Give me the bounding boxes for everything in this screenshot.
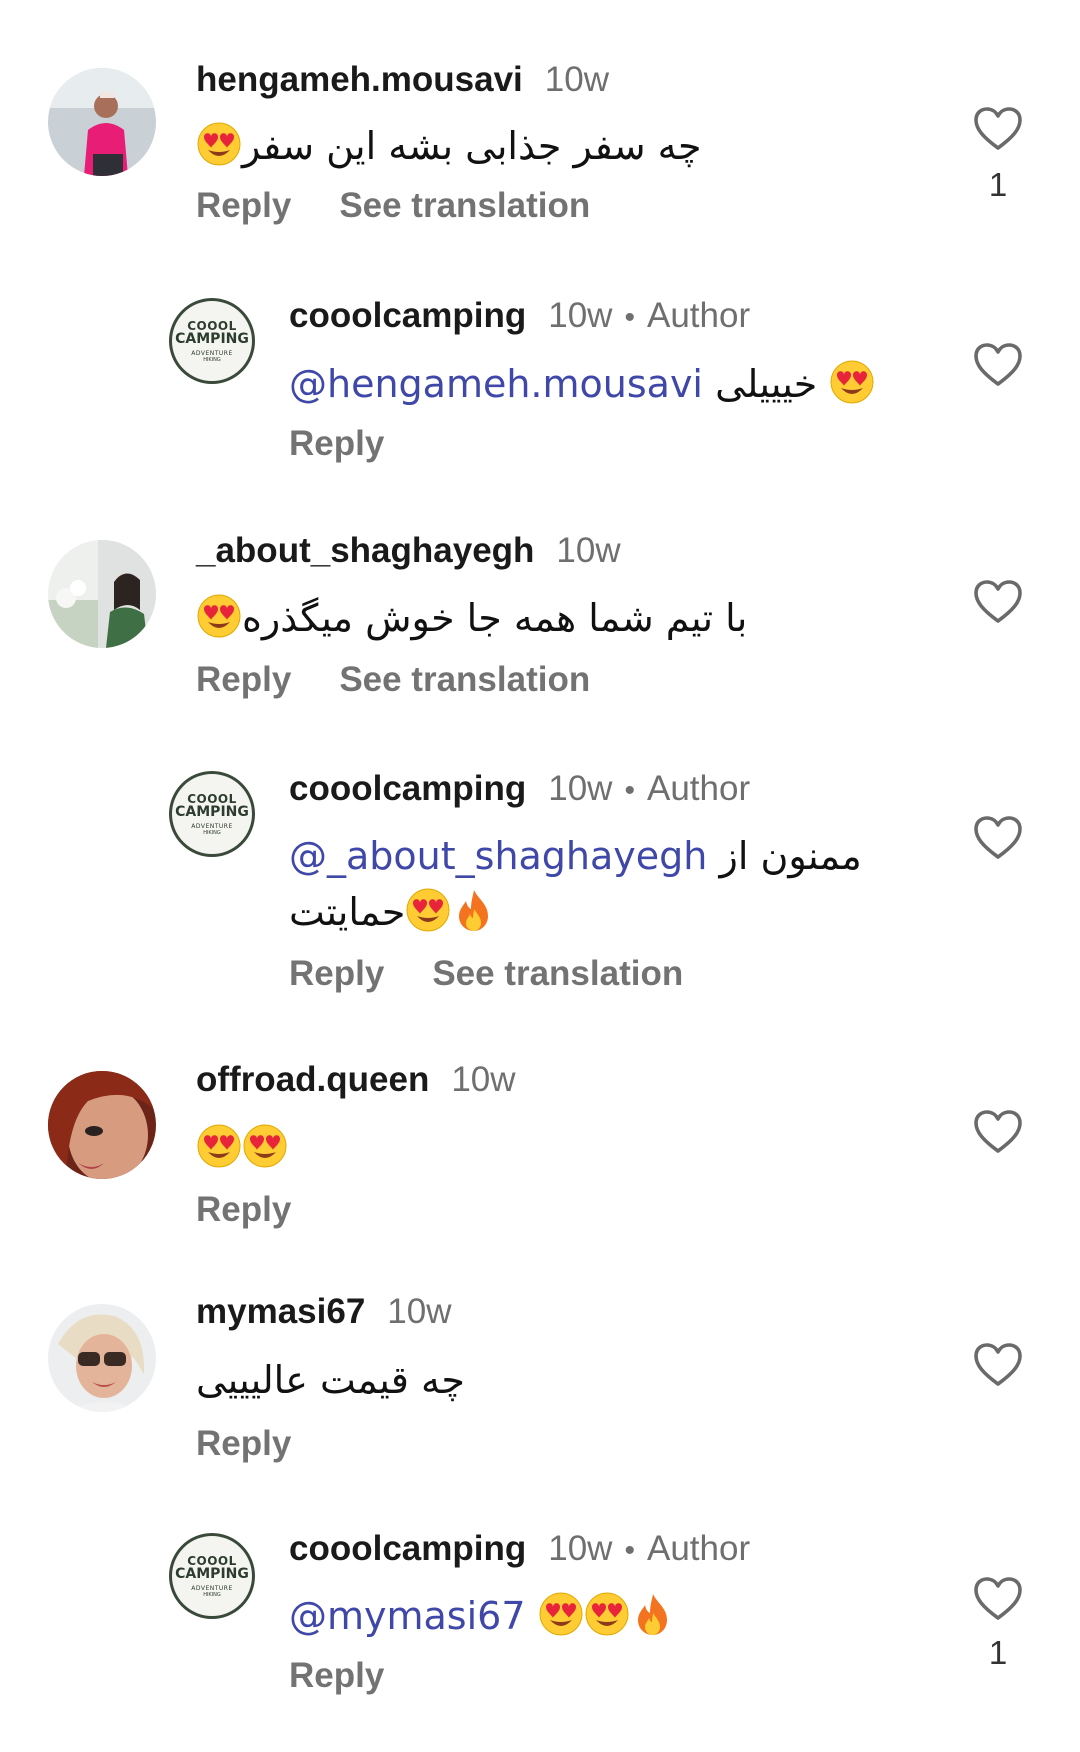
reply-button[interactable]: Reply [289, 1656, 384, 1696]
username[interactable]: _about_shaghayegh [196, 531, 534, 571]
comment-text: @_about_shaghayegh ممنون از [289, 828, 862, 884]
timestamp: 10w [556, 531, 621, 570]
username[interactable]: hengameh.mousavi [196, 60, 523, 100]
separator-dot: • [624, 774, 635, 807]
heart-icon[interactable] [973, 1576, 1023, 1622]
reply-button[interactable]: Reply [289, 424, 384, 464]
username[interactable]: cooolcamping [289, 296, 526, 336]
comment-text: @hengameh.mousavi خیییلی [289, 356, 875, 412]
logo-text: HIKING [203, 829, 221, 836]
avatar[interactable]: COOOL CAMPING ADVENTURE HIKING [169, 771, 255, 857]
comment-text-content: ممنون از [719, 834, 862, 878]
avatar[interactable] [48, 68, 156, 176]
comment-text-content: با تیم شما همه جا خوش میگذره [242, 596, 748, 640]
heart-icon[interactable] [973, 815, 1023, 861]
author-badge: Author [646, 296, 751, 335]
reply-button[interactable]: Reply [196, 1190, 291, 1230]
logo-text: COOOL [187, 318, 237, 333]
comment-text-content: چه سفر جذابی بشه این سفر [242, 124, 702, 168]
author-badge: Author [646, 769, 751, 808]
timestamp: 10w [387, 1292, 452, 1331]
timestamp: 10w [451, 1060, 516, 1099]
author-badge: Author [646, 1529, 751, 1568]
reply-button[interactable]: Reply [196, 1424, 291, 1464]
heart-eyes-emoji [242, 1123, 288, 1169]
mention-link[interactable]: @_about_shaghayegh [289, 834, 707, 878]
heart-eyes-emoji [538, 1591, 584, 1637]
mention-link[interactable]: @mymasi67 [289, 1594, 526, 1638]
heart-eyes-emoji [196, 1123, 242, 1169]
see-translation-button[interactable]: See translation [339, 660, 590, 700]
heart-icon[interactable] [973, 1109, 1023, 1155]
timestamp: 10w [544, 60, 609, 99]
timestamp: 10w [548, 296, 613, 335]
avatar[interactable] [48, 540, 156, 648]
fire-emoji [630, 1591, 676, 1637]
comment-text-content: خیییلی [715, 362, 818, 406]
separator-dot: • [624, 301, 635, 334]
timestamp: 10w [548, 1529, 613, 1568]
heart-eyes-emoji [196, 593, 242, 639]
reply-button[interactable]: Reply [196, 186, 291, 226]
heart-icon[interactable] [973, 579, 1023, 625]
comment-text: چه سفر جذابی بشه این سفر [196, 118, 701, 174]
heart-icon[interactable] [973, 342, 1023, 388]
reply-button[interactable]: Reply [196, 660, 291, 700]
see-translation-button[interactable]: See translation [339, 186, 590, 226]
heart-eyes-emoji [829, 359, 875, 405]
like-count: 1 [988, 1634, 1008, 1671]
separator-dot: • [624, 1534, 635, 1567]
logo-text: HIKING [203, 356, 221, 363]
logo-text: CAMPING [175, 330, 249, 347]
logo-text: COOOL [187, 791, 237, 806]
comment-text: با تیم شما همه جا خوش میگذره [196, 590, 747, 646]
see-translation-button[interactable]: See translation [432, 954, 683, 994]
avatar[interactable] [48, 1071, 156, 1179]
comment-text-content: حمایتت [289, 890, 406, 934]
comment-text-line2: حمایتت [289, 884, 497, 940]
logo-text: CAMPING [175, 1565, 249, 1582]
avatar[interactable] [48, 1304, 156, 1412]
like-count: 1 [988, 166, 1008, 203]
logo-text: ADVENTURE [191, 1584, 233, 1592]
reply-button[interactable]: Reply [289, 954, 384, 994]
avatar[interactable]: COOOL CAMPING ADVENTURE HIKING [169, 1533, 255, 1619]
username[interactable]: mymasi67 [196, 1292, 365, 1332]
username[interactable]: cooolcamping [289, 769, 526, 809]
logo-text: ADVENTURE [191, 822, 233, 830]
fire-emoji [451, 887, 497, 933]
mention-link[interactable]: @hengameh.mousavi [289, 362, 703, 406]
logo-text: COOOL [187, 1553, 237, 1568]
username[interactable]: cooolcamping [289, 1529, 526, 1569]
logo-text: ADVENTURE [191, 349, 233, 357]
timestamp: 10w [548, 769, 613, 808]
logo-text: CAMPING [175, 803, 249, 820]
heart-eyes-emoji [196, 121, 242, 167]
username[interactable]: offroad.queen [196, 1060, 429, 1100]
heart-eyes-emoji [584, 1591, 630, 1637]
heart-icon[interactable] [973, 1342, 1023, 1388]
comment-text: چه قیمت عالیییی [196, 1352, 465, 1408]
comment-text-content: چه قیمت عالیییی [196, 1358, 465, 1402]
logo-text: HIKING [203, 1591, 221, 1598]
comment-text [196, 1120, 288, 1176]
comment-text: @mymasi67 [289, 1588, 676, 1644]
heart-eyes-emoji [405, 887, 451, 933]
avatar[interactable]: COOOL CAMPING ADVENTURE HIKING [169, 298, 255, 384]
heart-icon[interactable] [973, 106, 1023, 152]
